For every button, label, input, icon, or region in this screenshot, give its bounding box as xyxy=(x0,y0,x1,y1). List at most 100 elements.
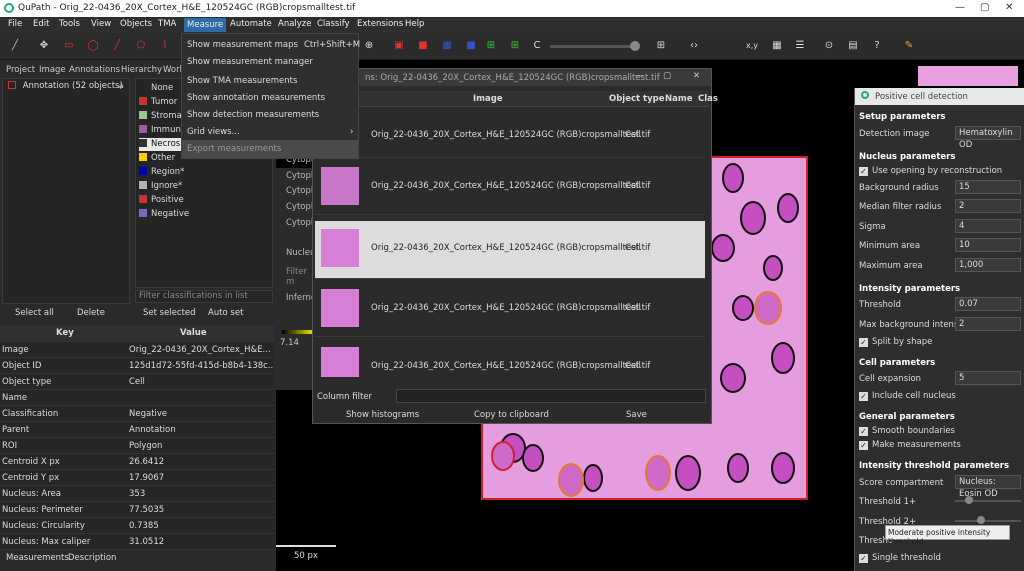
list-icon[interactable]: ☰ xyxy=(793,39,807,53)
class-item-none[interactable]: None xyxy=(139,82,173,95)
delete-button[interactable]: Delete xyxy=(77,308,105,318)
tab-image[interactable]: Image xyxy=(36,64,69,76)
class-item-ignore[interactable]: Ignore* xyxy=(139,180,182,193)
menu-item-export-measurements[interactable]: Export measurements xyxy=(187,144,281,154)
fill-annotations-icon[interactable]: ■ xyxy=(416,39,430,53)
menu-classify[interactable]: Classify xyxy=(317,19,350,29)
menu-item-tma-measurements[interactable]: Show TMA measurements xyxy=(187,76,297,86)
col-image[interactable]: Image xyxy=(473,94,503,104)
smooth-boundaries-checkbox[interactable]: ✓ Smooth boundaries xyxy=(859,426,955,436)
select-all-button[interactable]: Select all xyxy=(15,308,54,318)
table-row[interactable]: Orig_22-0436_20X_Cortex_H&E_120524GC (RG… xyxy=(315,159,705,215)
tab-description[interactable]: Description xyxy=(68,553,116,563)
threshold-1-thumb[interactable] xyxy=(965,496,973,504)
background-radius-field[interactable]: 15 xyxy=(955,180,1021,194)
threshold-field[interactable]: 0.07 xyxy=(955,297,1021,311)
class-item-stroma[interactable]: Stroma xyxy=(139,110,182,123)
menu-view[interactable]: View xyxy=(91,19,111,29)
opacity-slider-thumb[interactable] xyxy=(630,41,640,51)
menu-item-annotation-measurements[interactable]: Show annotation measurements xyxy=(187,93,325,103)
property-row[interactable]: Image Orig_22-0436_20X_Cortex_H&E... xyxy=(0,342,276,358)
menu-edit[interactable]: Edit xyxy=(33,19,49,29)
column-filter-input[interactable] xyxy=(396,389,706,403)
max-bg-field[interactable]: 2 xyxy=(955,317,1021,331)
class-item-tumor[interactable]: Tumor xyxy=(139,96,177,109)
move-icon[interactable]: ✥ xyxy=(37,39,51,53)
show-annotations-icon[interactable]: ▣ xyxy=(392,39,406,53)
xy-icon[interactable]: x,y xyxy=(745,39,759,53)
property-row[interactable]: Nucleus: Perimeter 77.5035 xyxy=(0,502,276,518)
opacity-slider[interactable] xyxy=(550,45,636,48)
table-row-selected[interactable]: Orig_22-0436_20X_Cortex_H&E_120524GC (RG… xyxy=(315,221,705,279)
cell-expansion-field[interactable]: 5 xyxy=(955,371,1021,385)
grid-icon[interactable]: ⊞ xyxy=(654,39,668,53)
show-tma-icon[interactable]: ▦ xyxy=(440,39,454,53)
brush-icon[interactable]: ╱ xyxy=(8,39,22,53)
class-filter-input[interactable]: Filter classifications in list xyxy=(135,290,273,303)
menu-help[interactable]: Help xyxy=(405,19,424,29)
log-icon[interactable]: ▤ xyxy=(846,39,860,53)
tab-annotations[interactable]: Annotations xyxy=(66,64,123,76)
save-button[interactable]: Save xyxy=(626,410,647,420)
menu-item-grid-views[interactable]: Grid views... xyxy=(187,127,240,137)
polyline-icon[interactable]: ⌇ xyxy=(158,39,172,53)
property-row[interactable]: Object ID 125d1d72-55fd-415d-b8b4-138c... xyxy=(0,358,276,374)
ellipse-icon[interactable]: ◯ xyxy=(86,39,100,53)
min-area-field[interactable]: 10 xyxy=(955,238,1021,252)
script-icon[interactable]: ‹› xyxy=(687,39,701,53)
menu-automate[interactable]: Automate xyxy=(230,19,272,29)
sigma-field[interactable]: 4 xyxy=(955,219,1021,233)
line-icon[interactable]: ╱ xyxy=(110,39,124,53)
target-icon[interactable]: ⊙ xyxy=(822,39,836,53)
show-classification-icon[interactable]: C xyxy=(530,39,544,53)
auto-set-button[interactable]: Auto set xyxy=(208,308,243,318)
tab-measurements[interactable]: Measurements xyxy=(6,553,69,563)
table-row[interactable]: Orig_22-0436_20X_Cortex_H&E_120524GC (RG… xyxy=(315,339,705,379)
overview-thumbnail[interactable] xyxy=(918,66,1018,86)
property-row[interactable]: Parent Annotation xyxy=(0,422,276,438)
menu-tma[interactable]: TMA xyxy=(158,19,176,29)
menu-item-measurement-maps[interactable]: Show measurement maps xyxy=(187,40,298,50)
tab-hierarchy[interactable]: Hierarchy xyxy=(118,64,165,76)
col-name[interactable]: Name xyxy=(665,94,692,104)
map-item-5[interactable]: Nucleu xyxy=(286,248,315,258)
menu-objects[interactable]: Objects xyxy=(120,19,152,29)
annotation-list-item[interactable]: Annotation (52 objects) 🔒︎ xyxy=(5,81,127,95)
property-row[interactable]: Centroid Y px 17.9067 xyxy=(0,470,276,486)
single-threshold-checkbox[interactable]: ✓ Single threshold xyxy=(859,553,941,563)
col-object-type[interactable]: Object type xyxy=(609,94,665,104)
detection-image-select[interactable]: Hematoxylin OD xyxy=(955,126,1021,150)
class-item-region[interactable]: Region* xyxy=(139,166,184,179)
property-row[interactable]: Centroid X px 26.6412 xyxy=(0,454,276,470)
property-row[interactable]: Nucleus: Circularity 0.7385 xyxy=(0,518,276,534)
property-row[interactable]: ROI Polygon xyxy=(0,438,276,454)
median-field[interactable]: 2 xyxy=(955,199,1021,213)
zoom-icon[interactable]: ⊕ xyxy=(362,39,376,53)
menu-item-detection-measurements[interactable]: Show detection measurements xyxy=(187,110,319,120)
minimize-icon[interactable]: — xyxy=(955,2,965,13)
property-row[interactable]: Nucleus: Max caliper 31.0512 xyxy=(0,534,276,550)
annotation-list[interactable]: Annotation (52 objects) 🔒︎ xyxy=(2,78,130,304)
menu-extensions[interactable]: Extensions xyxy=(357,19,403,29)
table-row[interactable]: Orig_22-0436_20X_Cortex_H&E_120524GC (RG… xyxy=(315,109,705,158)
rectangle-icon[interactable]: ▭ xyxy=(62,39,76,53)
menu-tools[interactable]: Tools xyxy=(59,19,80,29)
split-by-shape-checkbox[interactable]: ✓ Split by shape xyxy=(859,337,932,347)
help-icon[interactable]: ? xyxy=(870,39,884,53)
show-detections-icon[interactable]: ■ xyxy=(464,39,478,53)
menu-item-measurement-manager[interactable]: Show measurement manager xyxy=(187,57,313,67)
menu-file[interactable]: File xyxy=(8,19,22,29)
use-opening-checkbox[interactable]: ✓ Use opening by reconstruction xyxy=(859,166,1002,176)
max-area-field[interactable]: 1,000 xyxy=(955,258,1021,272)
close-icon[interactable]: ✕ xyxy=(1005,2,1013,13)
property-row[interactable]: Nucleus: Area 353 xyxy=(0,486,276,502)
polygon-icon[interactable]: ⬠ xyxy=(134,39,148,53)
include-nucleus-checkbox[interactable]: ✓ Include cell nucleus xyxy=(859,391,956,401)
copy-to-clipboard-button[interactable]: Copy to clipboard xyxy=(474,410,549,420)
mwin-maximize-icon[interactable]: ▢ xyxy=(663,71,671,81)
class-item-other[interactable]: Other xyxy=(139,152,175,165)
table-icon[interactable]: ▦ xyxy=(770,39,784,53)
threshold-2-slider[interactable] xyxy=(955,520,1021,522)
class-item-negative[interactable]: Negative xyxy=(139,208,189,221)
show-histograms-button[interactable]: Show histograms xyxy=(346,410,419,420)
